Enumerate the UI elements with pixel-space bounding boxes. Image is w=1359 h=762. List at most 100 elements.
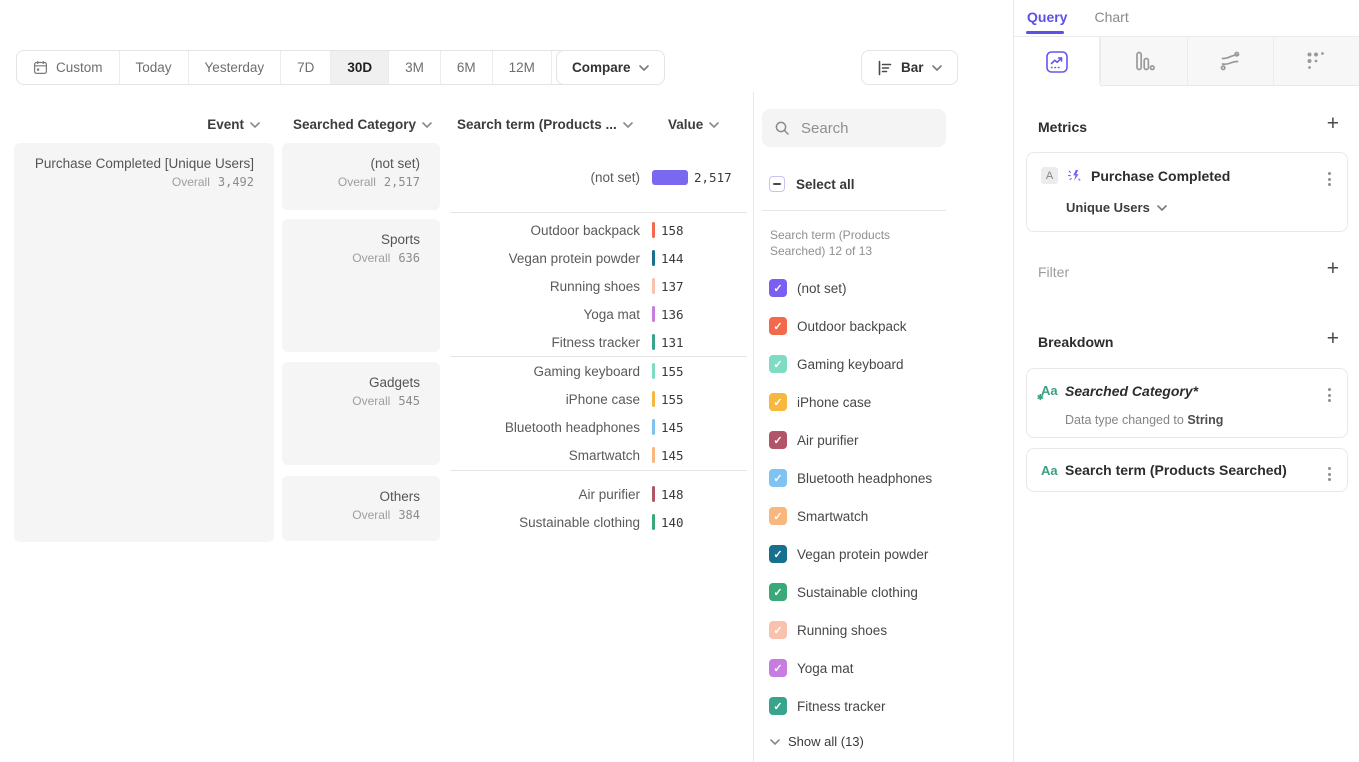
checkbox-checked[interactable]: ✓ (769, 431, 787, 449)
value-row[interactable]: Sustainable clothing 140 (450, 508, 750, 536)
checkbox-checked[interactable]: ✓ (769, 583, 787, 601)
checkbox-checked[interactable]: ✓ (769, 279, 787, 297)
legend-item[interactable]: ✓Bluetooth headphones (769, 469, 932, 487)
legend-item-list: ✓(not set) ✓Outdoor backpack ✓Gaming key… (769, 279, 932, 735)
breakdown-heading: Breakdown (1038, 334, 1113, 350)
measure-select[interactable]: Unique Users (1066, 200, 1167, 215)
select-all-checkbox[interactable] (769, 176, 785, 192)
checkbox-checked[interactable]: ✓ (769, 621, 787, 639)
tab-retention[interactable] (1273, 37, 1359, 86)
legend-divider (762, 210, 946, 211)
chevron-down-icon (422, 122, 432, 128)
date-range-6m[interactable]: 6M (441, 51, 493, 84)
checkbox-checked[interactable]: ✓ (769, 545, 787, 563)
search-input[interactable] (799, 119, 923, 138)
chart-type-select[interactable]: Bar (861, 50, 958, 85)
checkbox-checked[interactable]: ✓ (769, 393, 787, 411)
breakdown-card-search-term[interactable]: Aa Search term (Products Searched) (1026, 448, 1348, 492)
kebab-menu-icon[interactable] (1325, 464, 1334, 484)
value-row[interactable]: Gaming keyboard 155 (450, 357, 750, 385)
breakdown-property-name: Search term (Products Searched) (1065, 462, 1287, 478)
legend-item[interactable]: ✓Fitness tracker (769, 697, 932, 715)
chevron-down-icon (709, 122, 719, 128)
date-range-label: Custom (56, 60, 103, 75)
value-bar (652, 278, 655, 294)
value-row[interactable]: Vegan protein powder 144 (450, 244, 750, 272)
legend-item[interactable]: ✓Outdoor backpack (769, 317, 932, 335)
value-row[interactable]: Bluetooth headphones 145 (450, 413, 750, 441)
category-cell-gadgets[interactable]: Gadgets Overall545 (282, 362, 440, 465)
select-all-row[interactable]: Select all (769, 176, 855, 192)
date-range-custom[interactable]: Custom (17, 51, 120, 84)
value-row[interactable]: Running shoes 137 (450, 272, 750, 300)
value-row[interactable]: Smartwatch 145 (450, 441, 750, 469)
date-range-12m[interactable]: 12M (493, 51, 552, 84)
kebab-menu-icon[interactable] (1325, 385, 1334, 405)
legend-item[interactable]: ✓Sustainable clothing (769, 583, 932, 601)
report-type-tabs (1014, 37, 1359, 86)
event-cell[interactable]: Purchase Completed [Unique Users] Overal… (14, 143, 274, 542)
legend-item[interactable]: ✓iPhone case (769, 393, 932, 411)
chevron-down-icon (770, 739, 780, 745)
date-range-7d[interactable]: 7D (281, 51, 331, 84)
tab-funnels[interactable] (1100, 37, 1186, 86)
show-all-toggle[interactable]: Show all (13) (770, 734, 864, 749)
checkbox-checked[interactable]: ✓ (769, 317, 787, 335)
date-range-yesterday[interactable]: Yesterday (189, 51, 282, 84)
checkbox-checked[interactable]: ✓ (769, 507, 787, 525)
category-cell-not-set[interactable]: (not set) Overall2,517 (282, 143, 440, 210)
add-filter-button[interactable]: + (1327, 260, 1339, 278)
value-row[interactable]: Outdoor backpack 158 (450, 216, 750, 244)
category-cell-sports[interactable]: Sports Overall636 (282, 219, 440, 352)
date-range-today[interactable]: Today (120, 51, 189, 84)
column-header-search-term[interactable]: Search term (Products ... (457, 117, 633, 132)
group-divider (450, 212, 747, 213)
checkbox-checked[interactable]: ✓ (769, 355, 787, 373)
legend-item[interactable]: ✓Smartwatch (769, 507, 932, 525)
legend-item[interactable]: ✓Gaming keyboard (769, 355, 932, 373)
value-row[interactable]: iPhone case 155 (450, 385, 750, 413)
value-row[interactable]: Air purifier 148 (450, 480, 750, 508)
value-bar (652, 514, 655, 530)
value-row[interactable]: Fitness tracker 131 (450, 328, 750, 356)
tab-flows[interactable] (1187, 37, 1273, 86)
value-bar (652, 419, 655, 435)
checkbox-checked[interactable]: ✓ (769, 469, 787, 487)
checkbox-checked[interactable]: ✓ (769, 697, 787, 715)
breakdown-card-searched-category[interactable]: Aa✱ Searched Category* Data type changed… (1026, 368, 1348, 438)
chevron-down-icon (932, 65, 942, 71)
group-divider (450, 470, 747, 471)
legend-item[interactable]: ✓(not set) (769, 279, 932, 297)
value-bar (652, 486, 655, 502)
value-row[interactable]: Yoga mat 136 (450, 300, 750, 328)
value-bar (652, 447, 655, 463)
column-header-searched-category[interactable]: Searched Category (282, 117, 432, 132)
category-cell-others[interactable]: Others Overall384 (282, 476, 440, 541)
column-header-event[interactable]: Event (14, 117, 260, 132)
chevron-down-icon (1157, 205, 1167, 211)
checkbox-checked[interactable]: ✓ (769, 659, 787, 677)
legend-search[interactable] (762, 109, 946, 147)
add-breakdown-button[interactable]: + (1327, 330, 1339, 348)
search-icon (774, 120, 790, 136)
compare-button[interactable]: Compare (556, 50, 665, 85)
column-header-value[interactable]: Value (668, 117, 719, 132)
date-range-3m[interactable]: 3M (389, 51, 441, 84)
metric-card[interactable]: A Purchase Completed Unique Users (1026, 152, 1348, 232)
event-spark-icon (1066, 167, 1083, 184)
tab-chart[interactable]: Chart (1094, 9, 1128, 25)
add-metric-button[interactable]: + (1327, 115, 1339, 133)
kebab-menu-icon[interactable] (1325, 169, 1334, 189)
legend-item[interactable]: ✓Running shoes (769, 621, 932, 639)
tab-insights[interactable] (1014, 37, 1100, 86)
value-bar (652, 222, 655, 238)
legend-item[interactable]: ✓Yoga mat (769, 659, 932, 677)
value-row[interactable]: (not set) 2,517 (450, 163, 750, 191)
legend-item[interactable]: ✓Vegan protein powder (769, 545, 932, 563)
tab-query[interactable]: Query (1027, 9, 1067, 25)
legend-item[interactable]: ✓Air purifier (769, 431, 932, 449)
value-bar (652, 250, 655, 266)
date-range-30d-selected[interactable]: 30D (331, 51, 389, 84)
chevron-down-icon (250, 122, 260, 128)
active-tab-underline (1026, 31, 1064, 34)
